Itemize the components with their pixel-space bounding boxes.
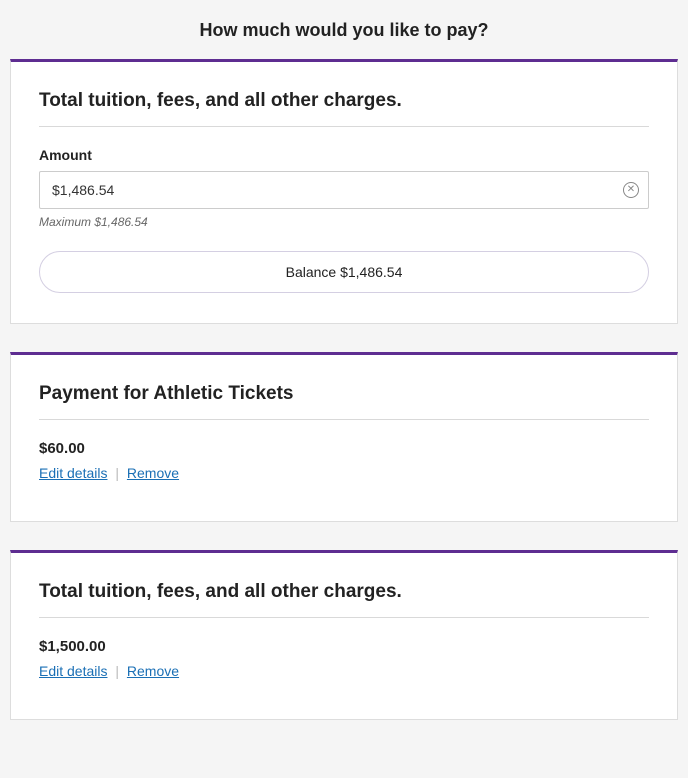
- edit-details-link[interactable]: Edit details: [39, 465, 107, 481]
- divider: [39, 617, 649, 618]
- card-title: Payment for Athletic Tickets: [39, 383, 649, 405]
- amount-input[interactable]: [39, 171, 649, 209]
- actions: Edit details | Remove: [39, 663, 649, 679]
- amount-label: Amount: [39, 147, 649, 163]
- actions: Edit details | Remove: [39, 465, 649, 481]
- page-title: How much would you like to pay?: [0, 0, 688, 59]
- amount-value: $1,500.00: [39, 638, 649, 655]
- card-title: Total tuition, fees, and all other charg…: [39, 90, 649, 112]
- amount-input-wrap: ✕: [39, 171, 649, 209]
- card-tuition-input: Total tuition, fees, and all other charg…: [10, 59, 678, 324]
- edit-details-link[interactable]: Edit details: [39, 663, 107, 679]
- card-tuition-summary: Total tuition, fees, and all other charg…: [10, 550, 678, 720]
- card-athletic-tickets: Payment for Athletic Tickets $60.00 Edit…: [10, 352, 678, 522]
- card-title: Total tuition, fees, and all other charg…: [39, 581, 649, 603]
- balance-button[interactable]: Balance $1,486.54: [39, 251, 649, 293]
- remove-link[interactable]: Remove: [127, 465, 179, 481]
- divider: [39, 126, 649, 127]
- divider: [39, 419, 649, 420]
- amount-hint: Maximum $1,486.54: [39, 215, 649, 229]
- amount-value: $60.00: [39, 440, 649, 457]
- separator: |: [115, 465, 119, 481]
- clear-icon[interactable]: ✕: [623, 182, 639, 198]
- separator: |: [115, 663, 119, 679]
- remove-link[interactable]: Remove: [127, 663, 179, 679]
